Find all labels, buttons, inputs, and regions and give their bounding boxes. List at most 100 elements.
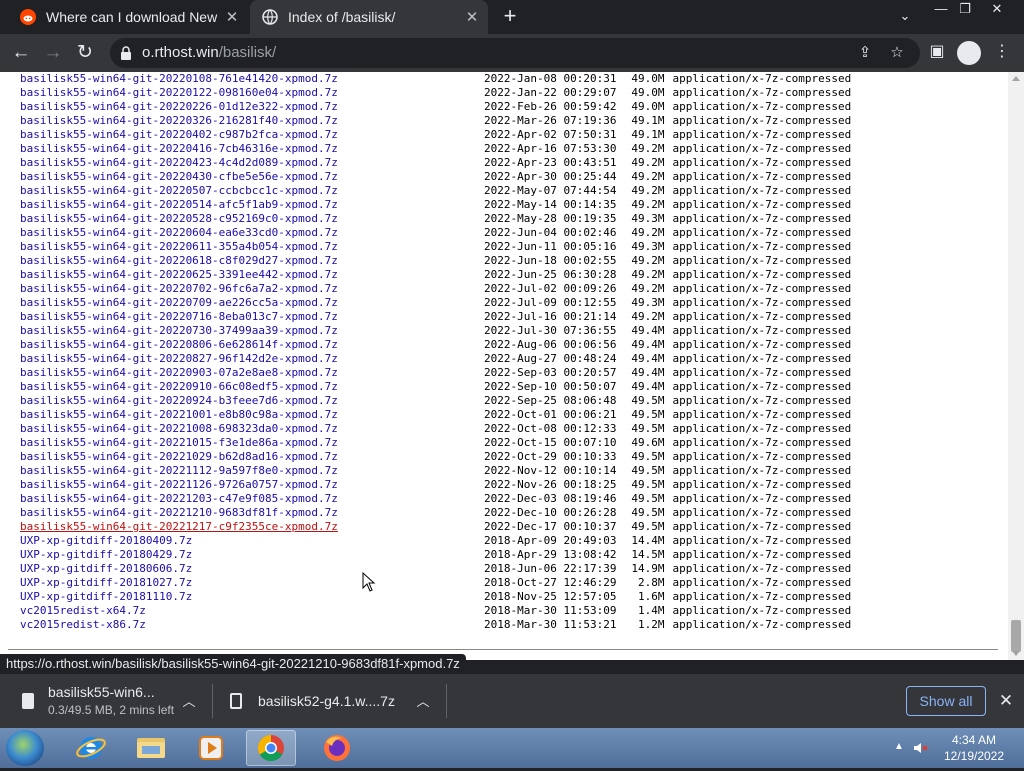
file-link[interactable]: basilisk55-win64-git-20220122-098160e04-… [20,86,338,99]
file-link[interactable]: vc2015redist-x86.7z [20,618,146,631]
close-window-button[interactable]: ✕ [982,0,1012,20]
file-link[interactable]: basilisk55-win64-git-20220528-c952169c0-… [20,212,338,225]
file-link[interactable]: basilisk55-win64-git-20221126-9726a0757-… [20,478,338,491]
file-link[interactable]: basilisk55-win64-git-20220514-afc5f1ab9-… [20,198,338,211]
show-all-downloads-button[interactable]: Show all [906,686,986,716]
file-meta: 2018-Apr-09 20:49:03 14.4M application/x-7… [484,534,851,548]
file-link[interactable]: UXP-xp-gitdiff-20180409.7z [20,534,192,547]
file-link[interactable]: basilisk55-win64-git-20220604-ea6e33cd0-… [20,226,338,239]
forward-button[interactable]: → [38,38,68,68]
taskbar-chrome-icon[interactable] [246,730,296,766]
listing-row: basilisk55-win64-git-20221015-f3e1de86a-… [20,436,880,450]
tab-search-chevron-icon[interactable]: ⌄ [896,8,914,26]
file-link[interactable]: basilisk55-win64-git-20220625-3391ee442-… [20,268,338,281]
vertical-scrollbar[interactable] [1008,72,1024,660]
new-tab-button[interactable]: + [498,4,522,28]
close-tab-icon[interactable]: ✕ [220,8,244,26]
close-downloads-bar-icon[interactable]: ✕ [996,691,1016,711]
file-link[interactable]: basilisk55-win64-git-20220402-c987b2fca-… [20,128,338,141]
file-link[interactable]: basilisk55-win64-git-20220924-b3feee7d6-… [20,394,338,407]
share-icon[interactable]: ⇪ [856,44,874,62]
file-date: 2018-Mar-30 11:53:21 [484,618,617,631]
file-size: 49.5M [631,492,665,505]
reload-button[interactable]: ↻ [70,38,100,68]
file-meta: 2022-Oct-15 00:07:10 49.6M application/x-7… [484,436,851,450]
listing-row: UXP-xp-gitdiff-20181027.7z 2018-Oct-27 12… [20,576,880,590]
file-link[interactable]: basilisk55-win64-git-20220226-01d12e322-… [20,100,338,113]
address-bar[interactable]: o.rthost.win/basilisk/ ⇪ ☆ [110,38,920,68]
url-text[interactable]: o.rthost.win/basilisk/ [142,44,276,61]
start-button[interactable] [6,730,44,766]
system-clock[interactable]: 4:34 AM 12/19/2022 [938,732,1010,764]
file-link[interactable]: basilisk55-win64-git-20220903-07a2e8ae8-… [20,366,338,379]
listing-row: basilisk55-win64-git-20221008-698323da0-… [20,422,880,436]
taskbar-firefox-icon[interactable] [312,730,362,766]
file-link[interactable]: basilisk55-win64-git-20221210-9683df81f-… [20,506,338,519]
file-size: 49.2M [631,226,665,239]
file-date: 2018-Mar-30 11:53:09 [484,604,617,617]
speaker-muted-icon[interactable] [912,740,928,756]
file-link[interactable]: UXP-xp-gitdiff-20181110.7z [20,590,192,603]
tab-reddit[interactable]: Where can I download New M ✕ [8,0,248,34]
back-button[interactable]: ← [6,38,36,68]
file-link[interactable]: basilisk55-win64-git-20220507-ccbcbcc1c-… [20,184,338,197]
file-date: 2022-Apr-30 00:25:44 [484,170,617,183]
file-link[interactable]: basilisk55-win64-git-20221001-e8b80c98a-… [20,408,338,421]
file-link[interactable]: basilisk55-win64-git-20220716-8eba013c7-… [20,310,338,323]
page-content: basilisk55-win64-git-20220108-761e41420-… [0,72,1024,660]
menu-kebab-icon[interactable]: ⋮ [992,42,1012,62]
file-link[interactable]: basilisk55-win64-git-20220730-37499aa39-… [20,324,338,337]
taskbar-file-explorer-icon[interactable] [126,730,176,766]
file-link[interactable]: basilisk55-win64-git-20220611-355a4b054-… [20,240,338,253]
file-link[interactable]: basilisk55-win64-git-20220910-66c08edf5-… [20,380,338,393]
file-link[interactable]: basilisk55-win64-git-20220416-7cb46316e-… [20,142,338,155]
file-link[interactable]: basilisk55-win64-git-20221008-698323da0-… [20,422,338,435]
taskbar-media-player-icon[interactable] [186,730,236,766]
restore-button[interactable]: ❐ [950,0,980,20]
scroll-down-arrow-icon[interactable] [1012,651,1020,656]
file-link[interactable]: basilisk55-win64-git-20220806-6e628614f-… [20,338,338,351]
file-link[interactable]: basilisk55-win64-git-20220709-ae226cc5a-… [20,296,338,309]
bookmark-star-icon[interactable]: ☆ [888,44,906,62]
chevron-up-icon[interactable]: ︿ [180,691,198,709]
file-link[interactable]: basilisk55-win64-git-20220827-96f142d2e-… [20,352,338,365]
file-type: application/x-7z-compressed [672,156,852,169]
file-link[interactable]: vc2015redist-x64.7z [20,604,146,617]
file-link[interactable]: basilisk55-win64-git-20221015-f3e1de86a-… [20,436,338,449]
show-hidden-icons-chevron-icon[interactable]: ▲ [894,741,904,752]
file-link[interactable]: basilisk55-win64-git-20220108-761e41420-… [20,72,338,85]
file-meta: 2022-Nov-12 00:10:14 49.5M application/x-7… [484,464,851,478]
profile-avatar[interactable] [957,41,981,65]
close-tab-icon[interactable]: ✕ [460,8,484,26]
file-link[interactable]: basilisk55-win64-git-20220430-cfbe5e56e-… [20,170,338,183]
listing-row: basilisk55-win64-git-20221029-b62d8ad16-… [20,450,880,464]
file-link[interactable]: basilisk55-win64-git-20220702-96fc6a7a2-… [20,282,338,295]
listing-row: basilisk55-win64-git-20220618-c8f029d27-… [20,254,880,268]
taskbar-internet-explorer-icon[interactable] [66,730,116,766]
lock-icon[interactable] [120,46,132,60]
file-link[interactable]: basilisk55-win64-git-20220326-216281f40-… [20,114,338,127]
file-link[interactable]: basilisk55-win64-git-20221203-c47e9f085-… [20,492,338,505]
scroll-up-arrow-icon[interactable] [1012,76,1020,81]
file-type: application/x-7z-compressed [672,450,852,463]
file-link[interactable]: basilisk55-win64-git-20221112-9a597f8e0-… [20,464,338,477]
chevron-up-icon[interactable]: ︿ [414,691,432,709]
tab-index-basilisk[interactable]: Index of /basilisk/ ✕ [250,0,488,34]
download-item[interactable]: basilisk52-g4.1.w....7z ︿ [214,674,444,728]
file-link[interactable]: basilisk55-win64-git-20221029-b62d8ad16-… [20,450,338,463]
side-panel-icon[interactable]: ▣ [927,42,947,62]
file-link[interactable]: basilisk55-win64-git-20220423-4c4d2d089-… [20,156,338,169]
download-item[interactable]: basilisk55-win6... 0.3/49.5 MB, 2 mins l… [0,674,210,728]
file-link[interactable]: UXP-xp-gitdiff-20180606.7z [20,562,192,575]
file-size: 14.4M [631,534,665,547]
scrollbar-thumb[interactable] [1011,620,1021,652]
file-link[interactable]: UXP-xp-gitdiff-20180429.7z [20,548,192,561]
file-link[interactable]: UXP-xp-gitdiff-20181027.7z [20,576,192,589]
mouse-cursor-icon [362,572,376,592]
file-link[interactable]: basilisk55-win64-git-20220618-c8f029d27-… [20,254,338,267]
file-link[interactable]: basilisk55-win64-git-20221217-c9f2355ce-… [20,520,338,533]
file-meta: 2022-Jun-25 06:30:28 49.2M application/x-7… [484,268,851,282]
file-date: 2018-Apr-09 20:49:03 [484,534,617,547]
file-type: application/x-7z-compressed [672,100,852,113]
listing-row: basilisk55-win64-git-20220709-ae226cc5a-… [20,296,880,310]
